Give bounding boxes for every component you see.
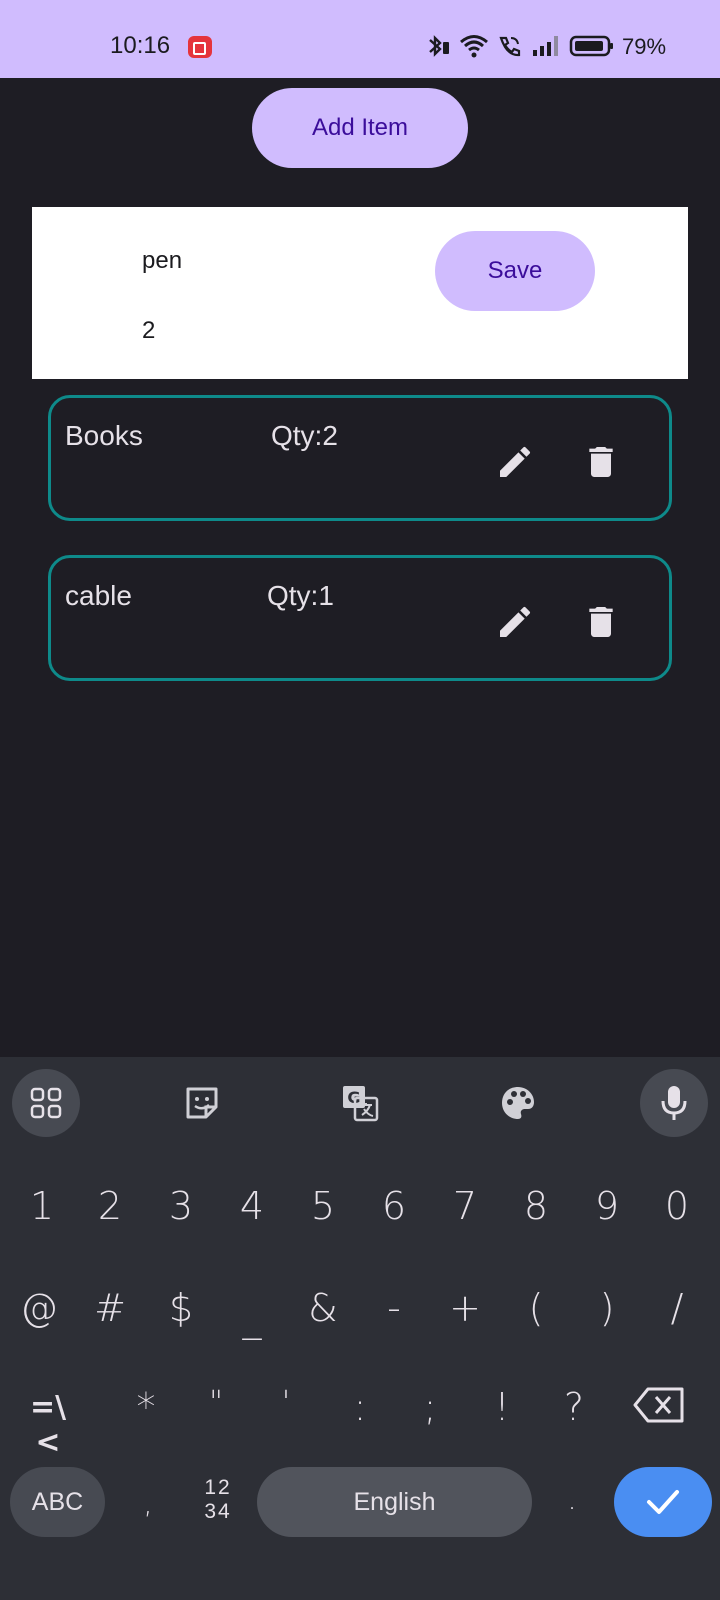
item-qty: Qty:2 xyxy=(271,420,338,451)
key-3[interactable]: 3 xyxy=(151,1184,211,1228)
key-more-symbols[interactable]: =\< xyxy=(18,1390,78,1460)
item-name-field[interactable]: pen xyxy=(142,247,182,275)
key-4[interactable]: 4 xyxy=(222,1184,282,1228)
key-open-paren[interactable]: ( xyxy=(506,1286,566,1330)
sticker-icon[interactable] xyxy=(178,1079,226,1127)
key-minus[interactable]: - xyxy=(364,1286,424,1330)
numswitch-bottom: 34 xyxy=(204,1500,232,1523)
key-period[interactable]: . xyxy=(542,1482,602,1517)
key-question[interactable]: ? xyxy=(544,1385,604,1429)
numswitch-top: 12 xyxy=(204,1476,232,1499)
number-pad-switch[interactable]: 12 34 xyxy=(196,1476,240,1524)
add-item-button[interactable]: Add Item xyxy=(252,88,468,168)
item-name: Books xyxy=(65,420,143,451)
backspace-icon[interactable] xyxy=(632,1385,690,1427)
key-at[interactable]: @ xyxy=(9,1286,69,1330)
status-time: 10:16 xyxy=(110,32,171,59)
key-1[interactable]: 1 xyxy=(12,1184,72,1228)
status-icons xyxy=(425,32,615,60)
edit-icon[interactable] xyxy=(491,438,539,486)
edit-icon[interactable] xyxy=(491,598,539,646)
battery-icon xyxy=(569,35,613,57)
key-colon[interactable]: : xyxy=(330,1385,390,1429)
palette-icon[interactable] xyxy=(494,1079,542,1127)
list-item: Books Qty:2 xyxy=(48,395,672,521)
key-underscore[interactable]: _ xyxy=(222,1296,282,1340)
delete-icon[interactable] xyxy=(577,438,625,486)
enter-key[interactable] xyxy=(614,1467,712,1537)
list-item: cable Qty:1 xyxy=(48,555,672,681)
delete-icon[interactable] xyxy=(577,598,625,646)
key-single-quote[interactable]: ' xyxy=(256,1385,316,1420)
status-bar: 10:16 79% xyxy=(0,0,720,78)
key-0[interactable]: 0 xyxy=(647,1184,707,1228)
key-9[interactable]: 9 xyxy=(577,1184,637,1228)
key-asterisk[interactable]: * xyxy=(116,1385,176,1429)
item-qty: Qty:1 xyxy=(267,580,334,611)
checkmark-icon xyxy=(647,1490,679,1514)
key-comma[interactable]: , xyxy=(118,1486,178,1521)
key-slash[interactable]: / xyxy=(647,1286,707,1330)
key-6[interactable]: 6 xyxy=(364,1184,424,1228)
bluetooth-icon xyxy=(429,35,449,57)
battery-percent: 79% xyxy=(622,34,667,59)
apps-grid-icon[interactable] xyxy=(12,1069,80,1137)
key-2[interactable]: 2 xyxy=(80,1184,140,1228)
microphone-icon[interactable] xyxy=(640,1069,708,1137)
item-qty-field[interactable]: 2 xyxy=(142,317,155,345)
key-double-quote[interactable]: " xyxy=(186,1385,246,1420)
wifi-icon xyxy=(460,35,488,58)
key-close-paren[interactable]: ) xyxy=(577,1286,637,1330)
key-7[interactable]: 7 xyxy=(435,1184,495,1228)
screen-record-icon xyxy=(188,36,212,58)
save-button[interactable]: Save xyxy=(435,231,595,311)
edit-item-form: pen 2 Save xyxy=(32,207,688,379)
space-key[interactable]: English xyxy=(257,1467,532,1537)
key-ampersand[interactable]: & xyxy=(293,1286,353,1330)
key-semicolon[interactable]: ; xyxy=(400,1385,460,1429)
key-dollar[interactable]: $ xyxy=(151,1286,211,1330)
key-plus[interactable]: + xyxy=(435,1286,495,1330)
signal-icon xyxy=(533,36,558,56)
volte-call-icon xyxy=(499,36,521,57)
key-5[interactable]: 5 xyxy=(293,1184,353,1228)
abc-key[interactable]: ABC xyxy=(10,1467,105,1537)
translate-icon[interactable]: G xyxy=(336,1079,384,1127)
key-hash[interactable]: # xyxy=(80,1286,140,1330)
item-name: cable xyxy=(65,580,132,611)
keyboard-toolbar: G xyxy=(0,1057,720,1147)
key-8[interactable]: 8 xyxy=(506,1184,566,1228)
key-exclamation[interactable]: ! xyxy=(472,1385,532,1429)
